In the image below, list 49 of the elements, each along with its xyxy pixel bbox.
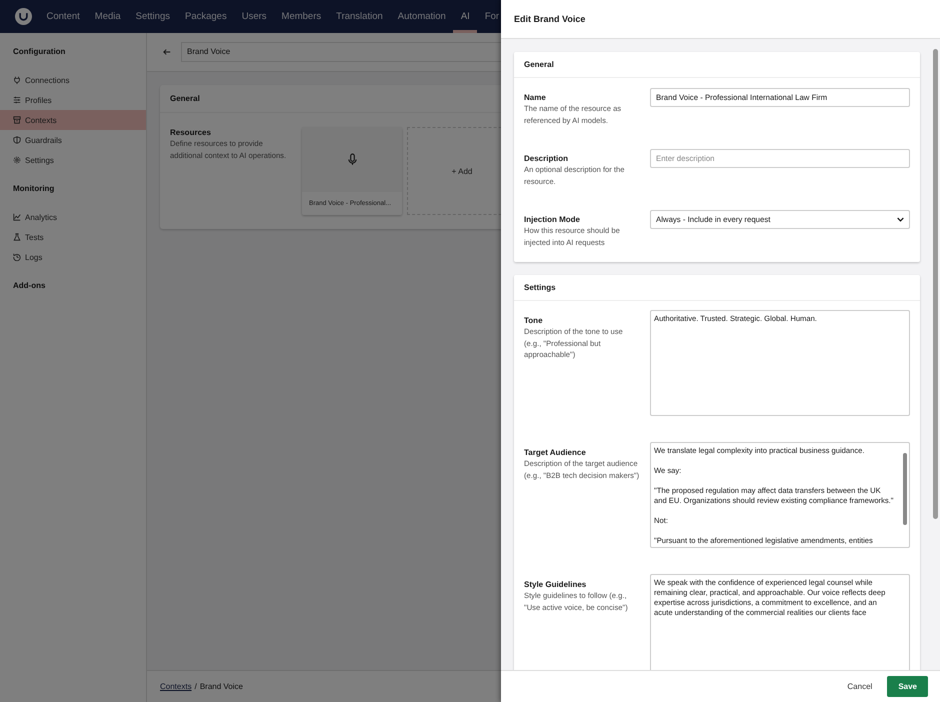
history-icon (13, 253, 21, 261)
chevron-down-icon (897, 217, 904, 222)
panel-title: Edit Brand Voice (514, 14, 586, 24)
nav-tab[interactable]: Translation (328, 0, 390, 33)
field-label: Style Guidelines (524, 579, 588, 590)
sidebar-item[interactable]: Logs (0, 247, 146, 267)
shield-icon (13, 136, 21, 144)
sidebar-item[interactable]: Analytics (0, 207, 146, 227)
nav-tab[interactable]: Settings (128, 0, 178, 33)
nav-tab[interactable]: Media (87, 0, 128, 33)
scrollbar[interactable] (933, 49, 938, 519)
chart-icon (13, 213, 21, 221)
breadcrumb-link[interactable]: Contexts (160, 682, 192, 691)
field-label: Injection Mode (524, 214, 581, 225)
save-button[interactable]: Save (887, 676, 928, 697)
field-label: Tone (524, 315, 544, 326)
field-label: Target Audience (524, 447, 587, 458)
sidebar-item[interactable]: Settings (0, 150, 146, 170)
gear-icon (13, 156, 21, 164)
resources-label: Resources (170, 127, 212, 138)
nav-tab[interactable]: Users (234, 0, 274, 33)
section-title: General (514, 52, 920, 78)
field-label: Description (524, 153, 570, 164)
archive-icon (13, 116, 21, 124)
sidebar-item[interactable]: Profiles (0, 90, 146, 110)
nav-tab[interactable]: Members (274, 0, 329, 33)
sidebar-item[interactable]: Guardrails (0, 130, 146, 150)
logo-icon[interactable] (15, 8, 32, 25)
microphone-icon (348, 153, 356, 166)
scrollbar[interactable] (903, 453, 907, 525)
breadcrumb-current: Brand Voice (200, 682, 243, 691)
flask-icon (13, 233, 21, 241)
cancel-button[interactable]: Cancel (842, 677, 878, 696)
sidebar-section-title: Add-ons (12, 281, 46, 290)
nav-tab[interactable]: Content (39, 0, 88, 33)
back-arrow-icon[interactable] (163, 48, 171, 56)
sidebar-item[interactable]: Connections (0, 70, 146, 90)
sidebar-item[interactable]: Contexts (0, 110, 146, 130)
plug-icon (13, 76, 21, 84)
sidebar-item[interactable]: Tests (0, 227, 146, 247)
field-label: Name (524, 92, 547, 103)
breadcrumb-separator: / (194, 682, 197, 691)
sidebar-section-title: Monitoring (12, 184, 56, 193)
nav-tab[interactable]: Automation (390, 0, 454, 33)
sidebar-section-title: Configuration (12, 47, 66, 56)
nav-tab[interactable]: For (477, 0, 501, 33)
sliders-icon (13, 96, 21, 104)
nav-tab[interactable]: Packages (177, 0, 234, 33)
section-title: Settings (514, 275, 920, 301)
